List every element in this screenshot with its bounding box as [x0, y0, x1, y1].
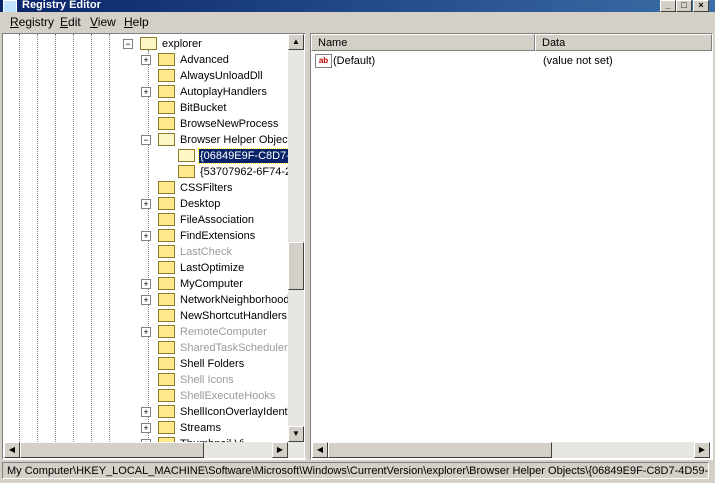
folder-icon — [158, 229, 175, 242]
folder-icon — [158, 277, 175, 290]
menu-edit[interactable]: Edit — [60, 15, 81, 29]
open-folder-icon — [158, 133, 175, 146]
folder-icon — [158, 325, 175, 338]
folder-icon — [158, 117, 175, 130]
title-bar: Registry Editor _ □ × — [0, 0, 715, 12]
tree-horizontal-scrollbar[interactable]: ◀ ▶ — [4, 442, 304, 458]
tree-item-label: Browser Helper Objects — [180, 134, 297, 146]
scroll-down-arrow-icon[interactable]: ▼ — [288, 426, 304, 442]
tree-vertical-scrollbar[interactable]: ▲ ▼ — [288, 34, 304, 442]
expand-plus-icon[interactable]: + — [141, 407, 151, 417]
tree-item-label: {53707962-6F74-2 — [200, 166, 292, 178]
folder-icon — [178, 165, 195, 178]
tree-item-label: NetworkNeighborhood — [180, 294, 290, 306]
open-folder-icon — [140, 37, 157, 50]
menu-bar: Registry Edit View Help — [0, 12, 715, 32]
expand-plus-icon[interactable]: + — [141, 327, 151, 337]
tree-item-label: explorer — [162, 38, 202, 50]
scroll-left-arrow-icon[interactable]: ◀ — [4, 442, 20, 458]
scroll-up-arrow-icon[interactable]: ▲ — [288, 34, 304, 50]
tree-item-label: Desktop — [180, 198, 221, 210]
tree-item-label: ShellIconOverlayIdentif — [180, 406, 294, 418]
tree-item-label: AutoplayHandlers — [180, 86, 267, 98]
tree-item-label: Advanced — [180, 54, 229, 66]
scroll-right-arrow-icon[interactable]: ▶ — [694, 442, 710, 458]
collapse-minus-icon[interactable]: − — [123, 39, 133, 49]
folder-icon — [158, 309, 175, 322]
status-bar: My Computer\HKEY_LOCAL_MACHINE\Software\… — [2, 462, 709, 479]
folder-icon — [158, 101, 175, 114]
column-header-data[interactable]: Data — [535, 34, 712, 51]
value-name: (Default) — [333, 55, 376, 67]
tree-item-label: FindExtensions — [180, 230, 256, 242]
tree-item-label: Shell Icons — [180, 374, 234, 386]
tree-pane[interactable]: − explorer + Advanced AlwaysUnloadDll + Autopl… — [2, 33, 306, 460]
folder-icon — [158, 373, 175, 386]
tree-item-label: CSSFilters — [180, 182, 233, 194]
menu-view[interactable]: View — [90, 15, 116, 29]
folder-icon — [158, 421, 175, 434]
tree-item-label: NewShortcutHandlers — [180, 310, 287, 322]
folder-icon — [158, 53, 175, 66]
tree-item-label: LastOptimize — [180, 262, 245, 274]
maximize-button[interactable]: □ — [676, 0, 692, 12]
expand-plus-icon[interactable]: + — [141, 199, 151, 209]
scroll-left-arrow-icon[interactable]: ◀ — [312, 442, 328, 458]
folder-icon — [158, 261, 175, 274]
tree-hscroll-thumb[interactable] — [20, 442, 204, 458]
tree-item-label: FileAssociation — [180, 214, 254, 226]
folder-icon — [158, 293, 175, 306]
column-header-name[interactable]: Name — [311, 34, 535, 51]
window-title: Registry Editor — [22, 0, 101, 11]
pane-splitter[interactable] — [305, 33, 309, 458]
tree-item-label: BrowseNewProcess — [180, 118, 279, 130]
folder-icon — [158, 181, 175, 194]
open-folder-icon — [178, 149, 195, 162]
values-horizontal-scrollbar[interactable]: ◀ ▶ — [312, 442, 710, 458]
string-value-icon: ab — [315, 54, 332, 68]
menu-registry[interactable]: Registry — [10, 15, 54, 29]
registry-editor-icon — [3, 0, 17, 12]
folder-icon — [158, 341, 175, 354]
expand-plus-icon[interactable]: + — [141, 55, 151, 65]
tree-item-label: LastCheck — [180, 246, 232, 258]
collapse-minus-icon[interactable]: − — [141, 135, 151, 145]
expand-plus-icon[interactable]: + — [141, 295, 151, 305]
folder-icon — [158, 69, 175, 82]
folder-icon — [158, 405, 175, 418]
folder-icon — [158, 389, 175, 402]
tree-item-label: {06849E9F-C8D7-4 — [197, 148, 299, 164]
expand-plus-icon[interactable]: + — [141, 279, 151, 289]
folder-icon — [158, 85, 175, 98]
folder-icon — [158, 357, 175, 370]
tree-item-label: AlwaysUnloadDll — [180, 70, 263, 82]
tree-item-label: Streams — [180, 422, 221, 434]
close-button[interactable]: × — [693, 0, 709, 12]
folder-icon — [158, 245, 175, 258]
tree-item-label: Shell Folders — [180, 358, 245, 370]
menu-help[interactable]: Help — [124, 15, 149, 29]
expand-plus-icon[interactable]: + — [141, 231, 151, 241]
tree-item-label: BitBucket — [180, 102, 227, 114]
tree-item-label: ShellExecuteHooks — [180, 390, 276, 402]
folder-icon — [158, 213, 175, 226]
minimize-button[interactable]: _ — [660, 0, 676, 12]
expand-plus-icon[interactable]: + — [141, 423, 151, 433]
values-pane[interactable]: Name Data ab (Default) (value not set) — [310, 33, 713, 460]
values-hscroll-thumb[interactable] — [328, 442, 552, 458]
tree-item-label: RemoteComputer — [180, 326, 267, 338]
value-data: (value not set) — [543, 55, 613, 67]
scroll-right-arrow-icon[interactable]: ▶ — [272, 442, 288, 458]
tree-vscroll-thumb[interactable] — [288, 242, 304, 290]
folder-icon — [158, 197, 175, 210]
expand-plus-icon[interactable]: + — [141, 87, 151, 97]
tree-item-label: MyComputer — [180, 278, 243, 290]
tree-item-label: SharedTaskScheduler — [180, 342, 288, 354]
